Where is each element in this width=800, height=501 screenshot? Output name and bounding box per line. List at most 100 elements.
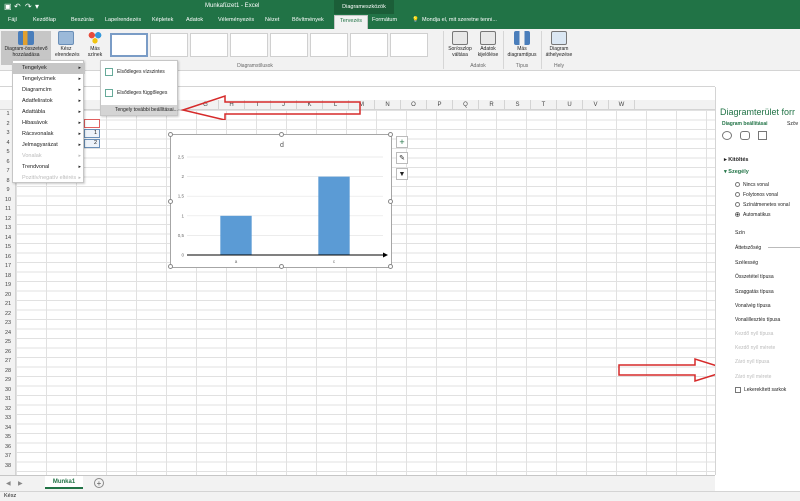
row-header[interactable]: 14 [0,234,16,244]
bar[interactable] [220,215,252,255]
chart-plot[interactable]: 0 0,5 1 1,5 2 2,5 a c [171,135,393,269]
row-header[interactable]: 30 [0,386,16,396]
row-header[interactable]: 26 [0,348,16,358]
tab-view[interactable]: Nézet [265,17,279,23]
row-header[interactable]: 13 [0,224,16,234]
chart-area[interactable]: d 0 0,5 1 1,5 2 2,5 a c [168,132,393,269]
column-header[interactable]: T [531,100,557,110]
row-header[interactable]: 21 [0,300,16,310]
radio-automatic[interactable] [735,212,740,217]
column-header[interactable]: N [375,100,401,110]
row-header[interactable]: 25 [0,338,16,348]
chart-style-4[interactable] [230,33,268,57]
tell-me-search[interactable]: Mondja el, mit szeretne tenni... [422,17,497,23]
chart-style-2[interactable] [150,33,188,57]
resize-handle[interactable] [388,199,393,204]
tab-design[interactable]: Tervezés [334,15,369,29]
pane-tab-text-options[interactable]: Szöv [787,121,798,127]
row-header[interactable]: 22 [0,310,16,320]
resize-handle[interactable] [168,132,173,137]
chart-styles-brush-icon[interactable]: ✎ [396,152,408,164]
size-properties-icon[interactable] [758,131,767,140]
tab-formulas[interactable]: Képletek [152,17,173,23]
redo-icon[interactable]: ↷ [25,2,32,11]
menu-item[interactable]: Adatfeliratok ▸ [13,96,85,107]
switch-row-column-button[interactable]: Sor/oszlop váltása [447,31,473,58]
column-header[interactable]: S [505,100,531,110]
transparency-slider[interactable] [768,247,800,248]
row-header[interactable]: 15 [0,243,16,253]
tab-review[interactable]: Véleményezés [218,17,254,23]
tab-format[interactable]: Formátum [372,17,397,23]
chart-style-1[interactable] [110,33,148,57]
row-header[interactable]: 31 [0,395,16,405]
column-header[interactable]: Q [453,100,479,110]
submenu-primary-vertical[interactable]: Elsődleges függőleges [103,87,177,100]
chart-style-6[interactable] [310,33,348,57]
opt-automatic[interactable]: Automatikus [743,212,771,218]
undo-icon[interactable]: ↶ [14,2,21,11]
menu-item[interactable]: Trendvonal ▸ [13,162,85,173]
row-header[interactable]: 35 [0,433,16,443]
column-header[interactable]: O [401,100,427,110]
chart-elements-plus-icon[interactable]: + [396,136,408,148]
prev-sheet-icon[interactable]: ◀ [6,480,11,487]
opt-gradient-line[interactable]: Színátmenetes vonal [743,202,790,208]
cell-b6[interactable]: 2 [84,139,100,148]
tab-page-layout[interactable]: Lapelrendezés [105,17,141,23]
column-header[interactable]: U [557,100,583,110]
sheet-tab-munka1[interactable]: Munka1 [45,476,83,489]
row-header[interactable]: 27 [0,357,16,367]
row-header[interactable]: 23 [0,319,16,329]
resize-handle[interactable] [168,264,173,269]
menu-item[interactable]: Adattábla ▸ [13,107,85,118]
fill-line-icon[interactable] [722,131,732,140]
submenu-primary-horizontal[interactable]: Elsődleges vízszintes [103,66,177,79]
quick-layout-button[interactable]: Kész elrendezés [55,31,79,58]
tab-home[interactable]: Kezdőlap [33,17,56,23]
row-header[interactable]: 32 [0,405,16,415]
column-header[interactable]: P [427,100,453,110]
resize-handle[interactable] [279,264,284,269]
row-header[interactable]: 18 [0,272,16,282]
resize-handle[interactable] [388,132,393,137]
move-chart-button[interactable]: Diagram áthelyezése [544,31,574,58]
tab-file[interactable]: Fájl [8,17,17,23]
row-header[interactable]: 17 [0,262,16,272]
tab-addins[interactable]: Bővítmények [292,17,324,23]
menu-item[interactable]: Hibasávok ▸ [13,118,85,129]
menu-item[interactable]: Tengelycímek ▸ [13,74,85,85]
resize-handle[interactable] [388,264,393,269]
row-header[interactable]: 9 [0,186,16,196]
row-header[interactable]: 10 [0,196,16,206]
row-header[interactable]: 34 [0,424,16,434]
tab-insert[interactable]: Beszúrás [71,17,94,23]
menu-item[interactable]: Rácsvonalak ▸ [13,129,85,140]
radio-no-line[interactable] [735,182,740,187]
row-header[interactable]: 28 [0,367,16,377]
column-header[interactable]: V [583,100,609,110]
select-data-button[interactable]: Adatok kijelölése [477,31,499,58]
quick-access-dropdown-icon[interactable]: ▾ [35,2,39,11]
change-chart-type-button[interactable]: Más diagramtípus [505,31,539,58]
row-header[interactable]: 12 [0,215,16,225]
column-header[interactable]: R [479,100,505,110]
row-header[interactable]: 37 [0,452,16,462]
resize-handle[interactable] [168,199,173,204]
chart-style-3[interactable] [190,33,228,57]
next-sheet-icon[interactable]: ▶ [18,480,23,487]
cell-b5[interactable]: 1 [84,129,100,138]
chart-style-7[interactable] [350,33,388,57]
radio-gradient-line[interactable] [735,202,740,207]
effects-icon[interactable] [740,131,750,140]
save-icon[interactable]: ▣ [4,2,12,11]
row-header[interactable]: 24 [0,329,16,339]
add-sheet-icon[interactable]: + [94,478,104,488]
resize-handle[interactable] [279,132,284,137]
cell-b4[interactable] [84,119,100,128]
row-header[interactable]: 36 [0,443,16,453]
opt-no-line[interactable]: Nincs vonal [743,182,769,188]
row-header[interactable]: 11 [0,205,16,215]
rounded-corners-checkbox[interactable] [735,387,741,393]
section-border[interactable]: ▾ Szegély [724,169,749,175]
